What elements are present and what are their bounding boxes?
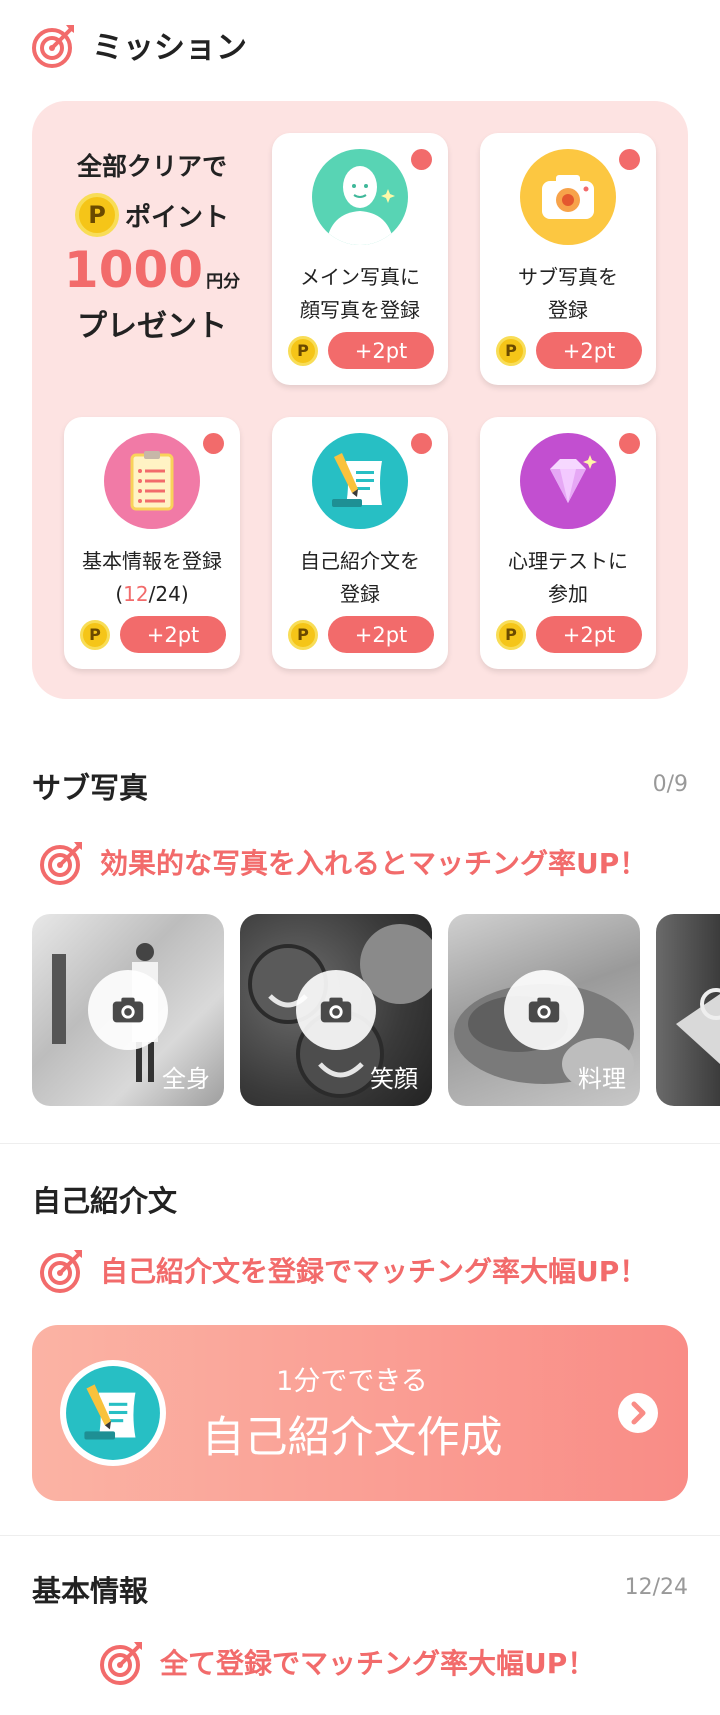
reward-amount: 1000 (63, 241, 204, 299)
writing-icon (312, 433, 408, 529)
progress-done: 12 (123, 582, 149, 606)
reward-pill: +2pt (120, 616, 226, 653)
photo-label: 料理 (578, 1065, 626, 1093)
section-title-self-intro: 自己紹介文 (32, 1184, 178, 1218)
card-label-line2: 参加 (548, 582, 588, 606)
camera-button-icon (88, 970, 168, 1050)
new-badge (411, 149, 432, 170)
diamond-icon (520, 433, 616, 529)
photo-label: 全身 (162, 1065, 210, 1093)
chevron-right-icon (618, 1393, 658, 1433)
target-icon (100, 1642, 142, 1685)
photo-slot-hobby[interactable] (656, 914, 720, 1106)
new-badge (411, 433, 432, 454)
mission-card-sub-photo[interactable]: サブ写真を 登録 P +2pt (480, 133, 656, 385)
mission-card-self-intro[interactable]: 自己紹介文を 登録 P +2pt (272, 417, 448, 669)
reward-unit: 円分 (206, 272, 241, 292)
point-coin-icon: P (74, 193, 119, 237)
reward-pill: +2pt (328, 332, 434, 369)
banner-subtitle: 1分でできる (276, 1366, 428, 1397)
point-coin-icon: P (288, 335, 318, 366)
point-coin-icon: P (288, 619, 318, 650)
promo-text: 効果的な写真を入れるとマッチング率UP！ (100, 847, 648, 880)
present-text: プレゼント (77, 309, 227, 344)
divider (0, 1535, 720, 1536)
target-icon (40, 1250, 82, 1293)
card-label-line1: サブ写真を (518, 265, 618, 289)
reward-pill: +2pt (328, 616, 434, 653)
card-label-line1: 自己紹介文を (300, 549, 420, 573)
basic-info-count: 12/24 (624, 1575, 688, 1600)
reward-pill: +2pt (536, 332, 642, 369)
photo-slot-cooking[interactable]: 料理 (448, 914, 640, 1106)
writing-icon (60, 1360, 166, 1466)
create-self-intro-button[interactable]: 1分でできる 自己紹介文作成 (32, 1325, 688, 1501)
photo-slot-smile[interactable]: 笑顔 (240, 914, 432, 1106)
new-badge (619, 149, 640, 170)
sub-photo-count: 0/9 (652, 772, 688, 797)
card-label-line1: 心理テストに (508, 549, 628, 573)
mission-card-main-photo[interactable]: メイン写真に 顔写真を登録 P +2pt (272, 133, 448, 385)
card-progress: (12/24) (115, 582, 189, 606)
all-clear-text: 全部クリアで (76, 152, 227, 181)
mission-card-basic-info[interactable]: 基本情報を登録 (12/24) P +2pt (64, 417, 240, 669)
card-label-line2: 顔写真を登録 (300, 298, 420, 322)
new-badge (619, 433, 640, 454)
points-label: ポイント (124, 202, 229, 233)
page-title: ミッション (92, 30, 247, 66)
section-title-sub-photos: サブ写真 (32, 771, 149, 805)
card-label-line2: 登録 (340, 582, 380, 606)
target-icon (32, 25, 74, 68)
card-label-line2: 登録 (548, 298, 588, 322)
mission-card-psych-test[interactable]: 心理テストに 参加 P +2pt (480, 417, 656, 669)
all-clear-reward: 全部クリアで P ポイント 1000 円分 プレゼント (32, 129, 272, 379)
section-title-basic-info: 基本情報 (32, 1574, 149, 1608)
camera-button-icon (504, 970, 584, 1050)
camera-button-icon (296, 970, 376, 1050)
basic-info-promo: 全て登録でマッチング率大幅UP！ (98, 1638, 595, 1686)
sub-photo-promo: 効果的な写真を入れるとマッチング率UP！ (38, 838, 647, 886)
card-label-line1: メイン写真に (300, 265, 420, 289)
card-label-line1: 基本情報を登録 (82, 549, 222, 573)
reward-pill: +2pt (536, 616, 642, 653)
new-badge (203, 433, 224, 454)
clipboard-icon (104, 433, 200, 529)
point-coin-icon: P (80, 619, 110, 650)
divider (0, 1143, 720, 1144)
photo-slot-full-body[interactable]: 全身 (32, 914, 224, 1106)
camera-icon (520, 149, 616, 245)
self-intro-promo: 自己紹介文を登録でマッチング率大幅UP！ (38, 1246, 647, 1294)
promo-text: 自己紹介文を登録でマッチング率大幅UP！ (100, 1255, 648, 1288)
point-coin-icon: P (496, 335, 526, 366)
photo-label: 笑顔 (370, 1065, 418, 1093)
banner-title: 自己紹介文作成 (201, 1413, 503, 1463)
target-icon (40, 842, 82, 885)
promo-text: 全て登録でマッチング率大幅UP！ (160, 1647, 596, 1680)
user-photo-icon (312, 149, 408, 245)
point-coin-icon: P (496, 619, 526, 650)
